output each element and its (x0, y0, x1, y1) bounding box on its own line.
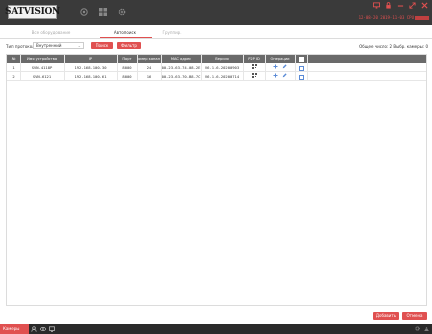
col-version: Версия (215, 57, 229, 61)
device-stats: Общее число: 2 Выбр. камеры: 0 (359, 44, 428, 49)
add-icon[interactable] (273, 73, 278, 78)
row-channels: 16 (146, 74, 152, 79)
tab-groups[interactable]: Группир. (157, 30, 187, 35)
close-icon[interactable] (420, 2, 428, 10)
col-divider (243, 55, 244, 81)
qr-code-icon[interactable] (251, 64, 257, 69)
window-controls (372, 2, 428, 10)
row-channels: 24 (146, 65, 152, 70)
tab-autosearch[interactable]: Автопоиск (103, 30, 147, 35)
col-ip: IP (88, 57, 93, 61)
main-nav (79, 7, 127, 17)
col-divider (117, 55, 118, 81)
tab-bar: Все оборудование Автопоиск Группир. (0, 29, 432, 39)
col-channels: омер канал (138, 57, 160, 61)
col-mac: MAC адрес (170, 57, 192, 61)
row-port: 8000 (122, 65, 132, 70)
row-ip: 192.168.100.30 (74, 65, 107, 70)
app-logo: SATVISION (5, 5, 60, 19)
add-button[interactable]: Добавить (373, 312, 399, 320)
col-p2p: P2P ID (248, 57, 260, 61)
col-operations: Операции (270, 57, 290, 61)
tab-all-devices[interactable]: Все оборудование (30, 30, 72, 35)
toolbar: Тип протокола: Внутренний ⌄ Поиск Фильтр… (0, 41, 432, 51)
display-icon[interactable] (49, 326, 55, 332)
row-checkbox[interactable] (298, 65, 304, 71)
row-num: 2 (12, 74, 15, 79)
lock-icon[interactable] (384, 2, 392, 10)
row-version: V6.1.6-20200714 (204, 74, 240, 79)
cancel-button[interactable]: Отмена (402, 312, 427, 320)
row-checkbox[interactable] (298, 74, 304, 80)
qr-code-icon[interactable] (251, 73, 257, 78)
col-device-name: Имя устройства (26, 57, 58, 61)
nav-grid-icon[interactable] (98, 7, 108, 17)
taskbar-tray (415, 326, 429, 331)
col-divider (295, 55, 296, 81)
row-operations (265, 63, 295, 72)
row-p2p[interactable] (243, 63, 265, 72)
row-mac: 00-23-63-70-B8-7C (161, 74, 201, 79)
table-header: № Имя устройства IP Порт омер канал MAC … (7, 55, 426, 63)
taskbar-icons (31, 326, 55, 332)
row-select[interactable] (295, 63, 307, 72)
row-p2p[interactable] (243, 72, 265, 81)
nav-camera-icon[interactable] (79, 7, 89, 17)
active-tab-indicator (100, 37, 152, 38)
app-header: SATVISION 12-08-20 2019-11-03 CPU (0, 0, 432, 25)
col-divider (307, 55, 308, 81)
view-icon[interactable] (40, 326, 46, 332)
col-divider (265, 55, 266, 81)
row-port: 8000 (122, 74, 132, 79)
taskbar: Камеры (0, 324, 432, 334)
row-version: V6.1.6-20200903 (204, 65, 240, 70)
col-divider (20, 55, 21, 81)
edit-icon[interactable] (282, 64, 287, 69)
monitor-icon[interactable] (372, 2, 380, 10)
nav-settings-icon[interactable] (117, 7, 127, 17)
edit-icon[interactable] (282, 73, 287, 78)
device-table: № Имя устройства IP Порт омер канал MAC … (6, 54, 427, 306)
filter-button[interactable]: Фильтр (117, 42, 141, 49)
search-button[interactable]: Поиск (91, 42, 113, 49)
row-mac: 00-23-63-74-08-2E (161, 65, 201, 70)
add-icon[interactable] (273, 64, 278, 69)
col-port: Порт (122, 57, 132, 61)
col-divider (64, 55, 65, 81)
table-row[interactable]: 2 SVN-6121 192.168.100.61 8000 16 00-23-… (7, 72, 426, 81)
select-all-checkbox[interactable] (298, 56, 304, 62)
row-ip: 192.168.100.61 (74, 74, 107, 79)
col-num: № (11, 57, 16, 61)
chevron-down-icon: ⌄ (77, 43, 81, 48)
user-icon[interactable] (31, 326, 37, 332)
col-divider (161, 55, 162, 81)
row-select[interactable] (295, 72, 307, 81)
settings-icon[interactable] (415, 326, 420, 331)
minimize-icon[interactable] (396, 2, 404, 10)
col-select-all[interactable] (295, 55, 307, 63)
row-device-name: SVN-4118P (31, 65, 53, 70)
maximize-icon[interactable] (408, 2, 416, 10)
col-divider (137, 55, 138, 81)
network-icon[interactable] (424, 326, 429, 331)
protocol-select[interactable]: Внутренний ⌄ (33, 42, 84, 49)
protocol-value: Внутренний (36, 43, 62, 48)
clock-readout: 12-08-20 2019-11-03 CPU (359, 15, 429, 20)
taskbar-start[interactable]: Камеры (0, 324, 29, 334)
row-num: 1 (12, 65, 15, 70)
col-divider (201, 55, 202, 81)
table-row[interactable]: 1 SVN-4118P 192.168.100.30 8000 24 00-23… (7, 63, 426, 72)
row-device-name: SVN-6121 (32, 74, 52, 79)
clock-text: 12-08-20 2019-11-03 CPU (358, 15, 414, 20)
row-operations (265, 72, 295, 81)
cpu-bar (415, 16, 429, 20)
